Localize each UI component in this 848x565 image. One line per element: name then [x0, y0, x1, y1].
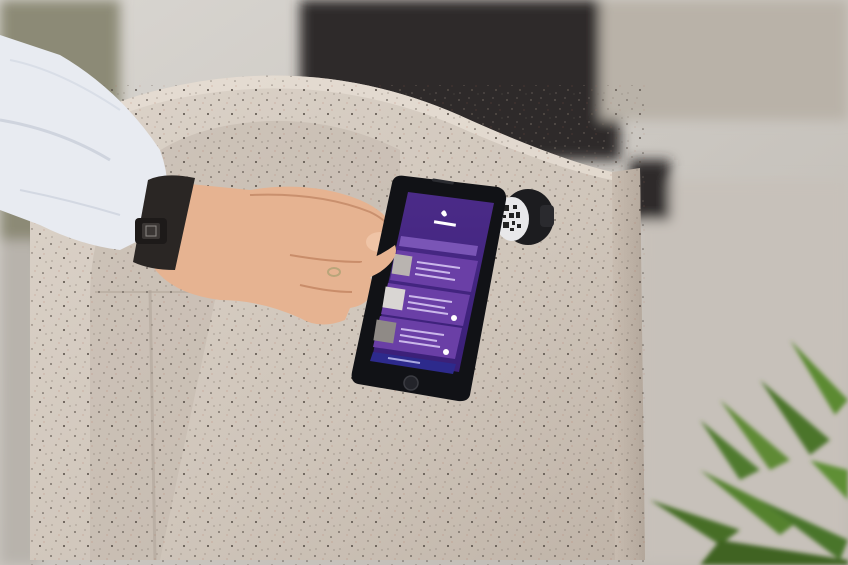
chevron-right-icon[interactable] — [443, 349, 449, 355]
photo-illustration — [0, 0, 848, 565]
photo-scene — [0, 0, 848, 565]
home-button[interactable] — [403, 375, 419, 391]
card-photo — [373, 319, 397, 344]
card-photo — [391, 253, 413, 277]
card-photo — [382, 286, 406, 311]
chevron-right-icon[interactable] — [451, 315, 457, 321]
